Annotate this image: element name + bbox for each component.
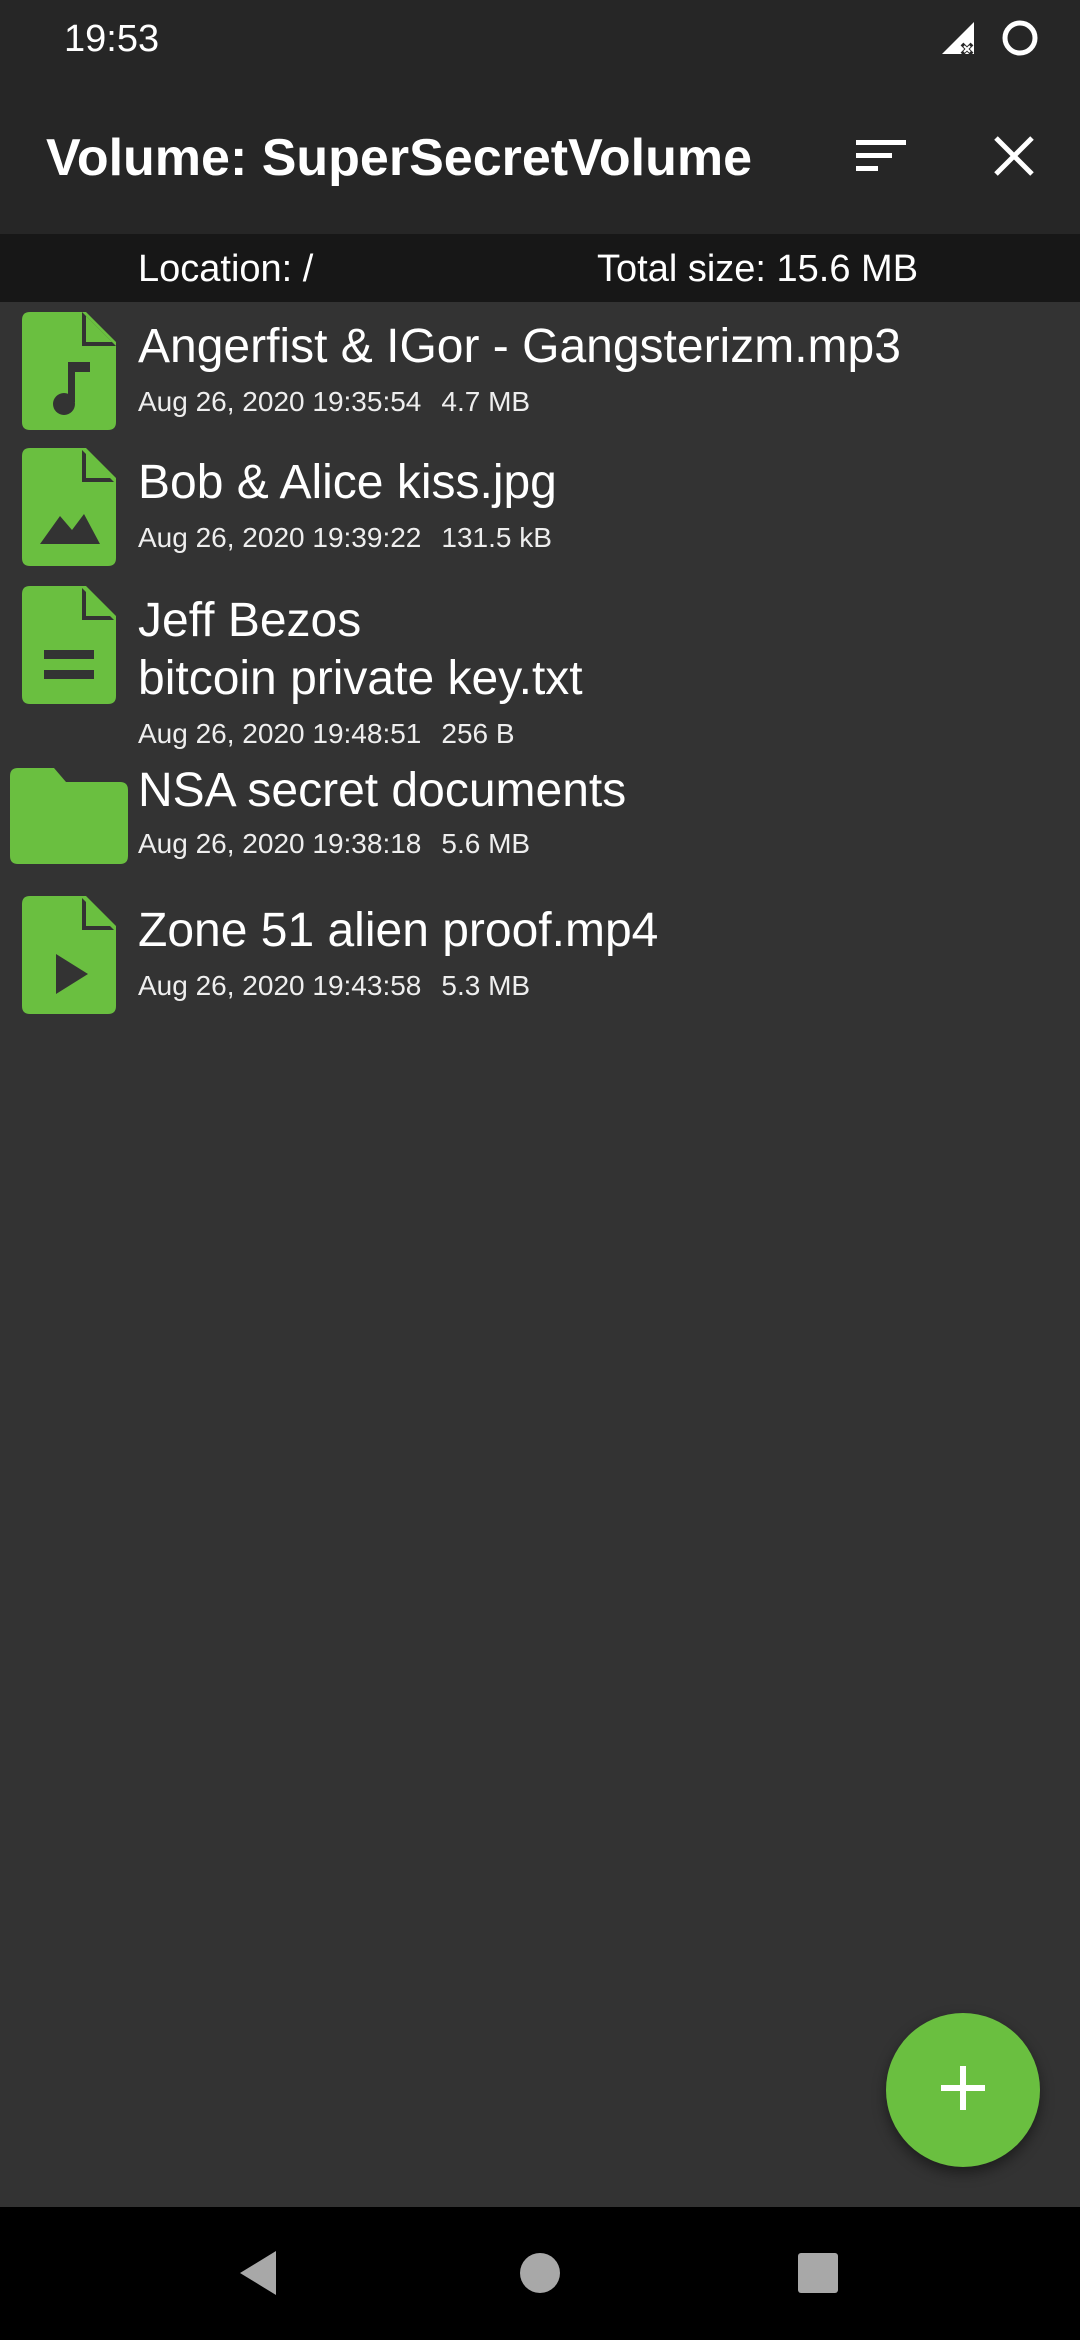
file-size: 5.3 MB — [441, 970, 531, 1001]
close-button[interactable] — [978, 122, 1050, 194]
file-meta: Aug 26, 2020 19:43:58 5.3 MB — [138, 970, 530, 1002]
list-item[interactable]: Angerfist & IGor - Gangsterizm.mp3 Aug 2… — [0, 302, 1080, 440]
sort-button[interactable] — [846, 122, 918, 194]
file-meta: Aug 26, 2020 19:39:22 131.5 kB — [138, 522, 552, 554]
status-time: 19:53 — [64, 18, 160, 60]
video-file-icon — [22, 896, 116, 1019]
list-item[interactable]: Bob & Alice kiss.jpg Aug 26, 2020 19:39:… — [0, 440, 1080, 578]
file-size: 131.5 kB — [441, 522, 552, 553]
file-name: Zone 51 alien proof.mp4 — [138, 904, 659, 957]
list-item[interactable]: Zone 51 alien proof.mp4 Aug 26, 2020 19:… — [0, 888, 1080, 1026]
text-file-icon — [22, 586, 116, 709]
file-meta: Aug 26, 2020 19:38:18 5.6 MB — [138, 828, 530, 860]
home-icon — [518, 2251, 562, 2300]
file-size: 256 B — [441, 718, 515, 749]
folder-icon — [10, 768, 128, 869]
home-button[interactable] — [510, 2245, 570, 2305]
file-meta: Aug 26, 2020 19:48:51 256 B — [138, 718, 515, 750]
file-name-line-2: bitcoin private key.txt — [138, 652, 583, 705]
audio-file-icon — [22, 312, 116, 435]
nav-bar — [0, 2207, 1080, 2340]
plus-icon — [939, 2064, 987, 2117]
file-date: Aug 26, 2020 19:43:58 — [138, 970, 422, 1001]
list-item[interactable]: NSA secret documents Aug 26, 2020 19:38:… — [0, 748, 1080, 888]
sort-icon — [854, 136, 910, 181]
add-button[interactable] — [886, 2013, 1040, 2167]
list-item[interactable]: Jeff Bezos bitcoin private key.txt Aug 2… — [0, 578, 1080, 750]
info-bar: Location: / Total size: 15.6 MB — [0, 234, 1080, 302]
file-meta: Aug 26, 2020 19:35:54 4.7 MB — [138, 386, 530, 418]
file-date: Aug 26, 2020 19:38:18 — [138, 828, 422, 859]
circle-status-icon — [1000, 18, 1040, 63]
file-date: Aug 26, 2020 19:48:51 — [138, 718, 422, 749]
file-size: 5.6 MB — [441, 828, 531, 859]
file-name-line-1: Jeff Bezos — [138, 594, 362, 647]
file-size: 4.7 MB — [441, 386, 531, 417]
status-icons — [938, 20, 1040, 60]
recents-icon — [796, 2251, 840, 2300]
back-icon — [236, 2249, 280, 2302]
close-icon — [992, 134, 1036, 183]
file-date: Aug 26, 2020 19:39:22 — [138, 522, 422, 553]
recents-button[interactable] — [788, 2245, 848, 2305]
status-bar: 19:53 — [0, 0, 1080, 82]
total-size-label: Total size: 15.6 MB — [597, 248, 919, 290]
file-name: Bob & Alice kiss.jpg — [138, 456, 557, 509]
signal-off-icon — [938, 18, 978, 63]
back-button[interactable] — [228, 2245, 288, 2305]
image-file-icon — [22, 448, 116, 571]
page-title: Volume: SuperSecretVolume — [46, 129, 753, 187]
file-name: NSA secret documents — [138, 764, 627, 817]
file-date: Aug 26, 2020 19:35:54 — [138, 386, 422, 417]
location-label: Location: / — [138, 248, 314, 290]
app-bar: Volume: SuperSecretVolume — [0, 82, 1080, 234]
file-name: Angerfist & IGor - Gangsterizm.mp3 — [138, 320, 901, 373]
